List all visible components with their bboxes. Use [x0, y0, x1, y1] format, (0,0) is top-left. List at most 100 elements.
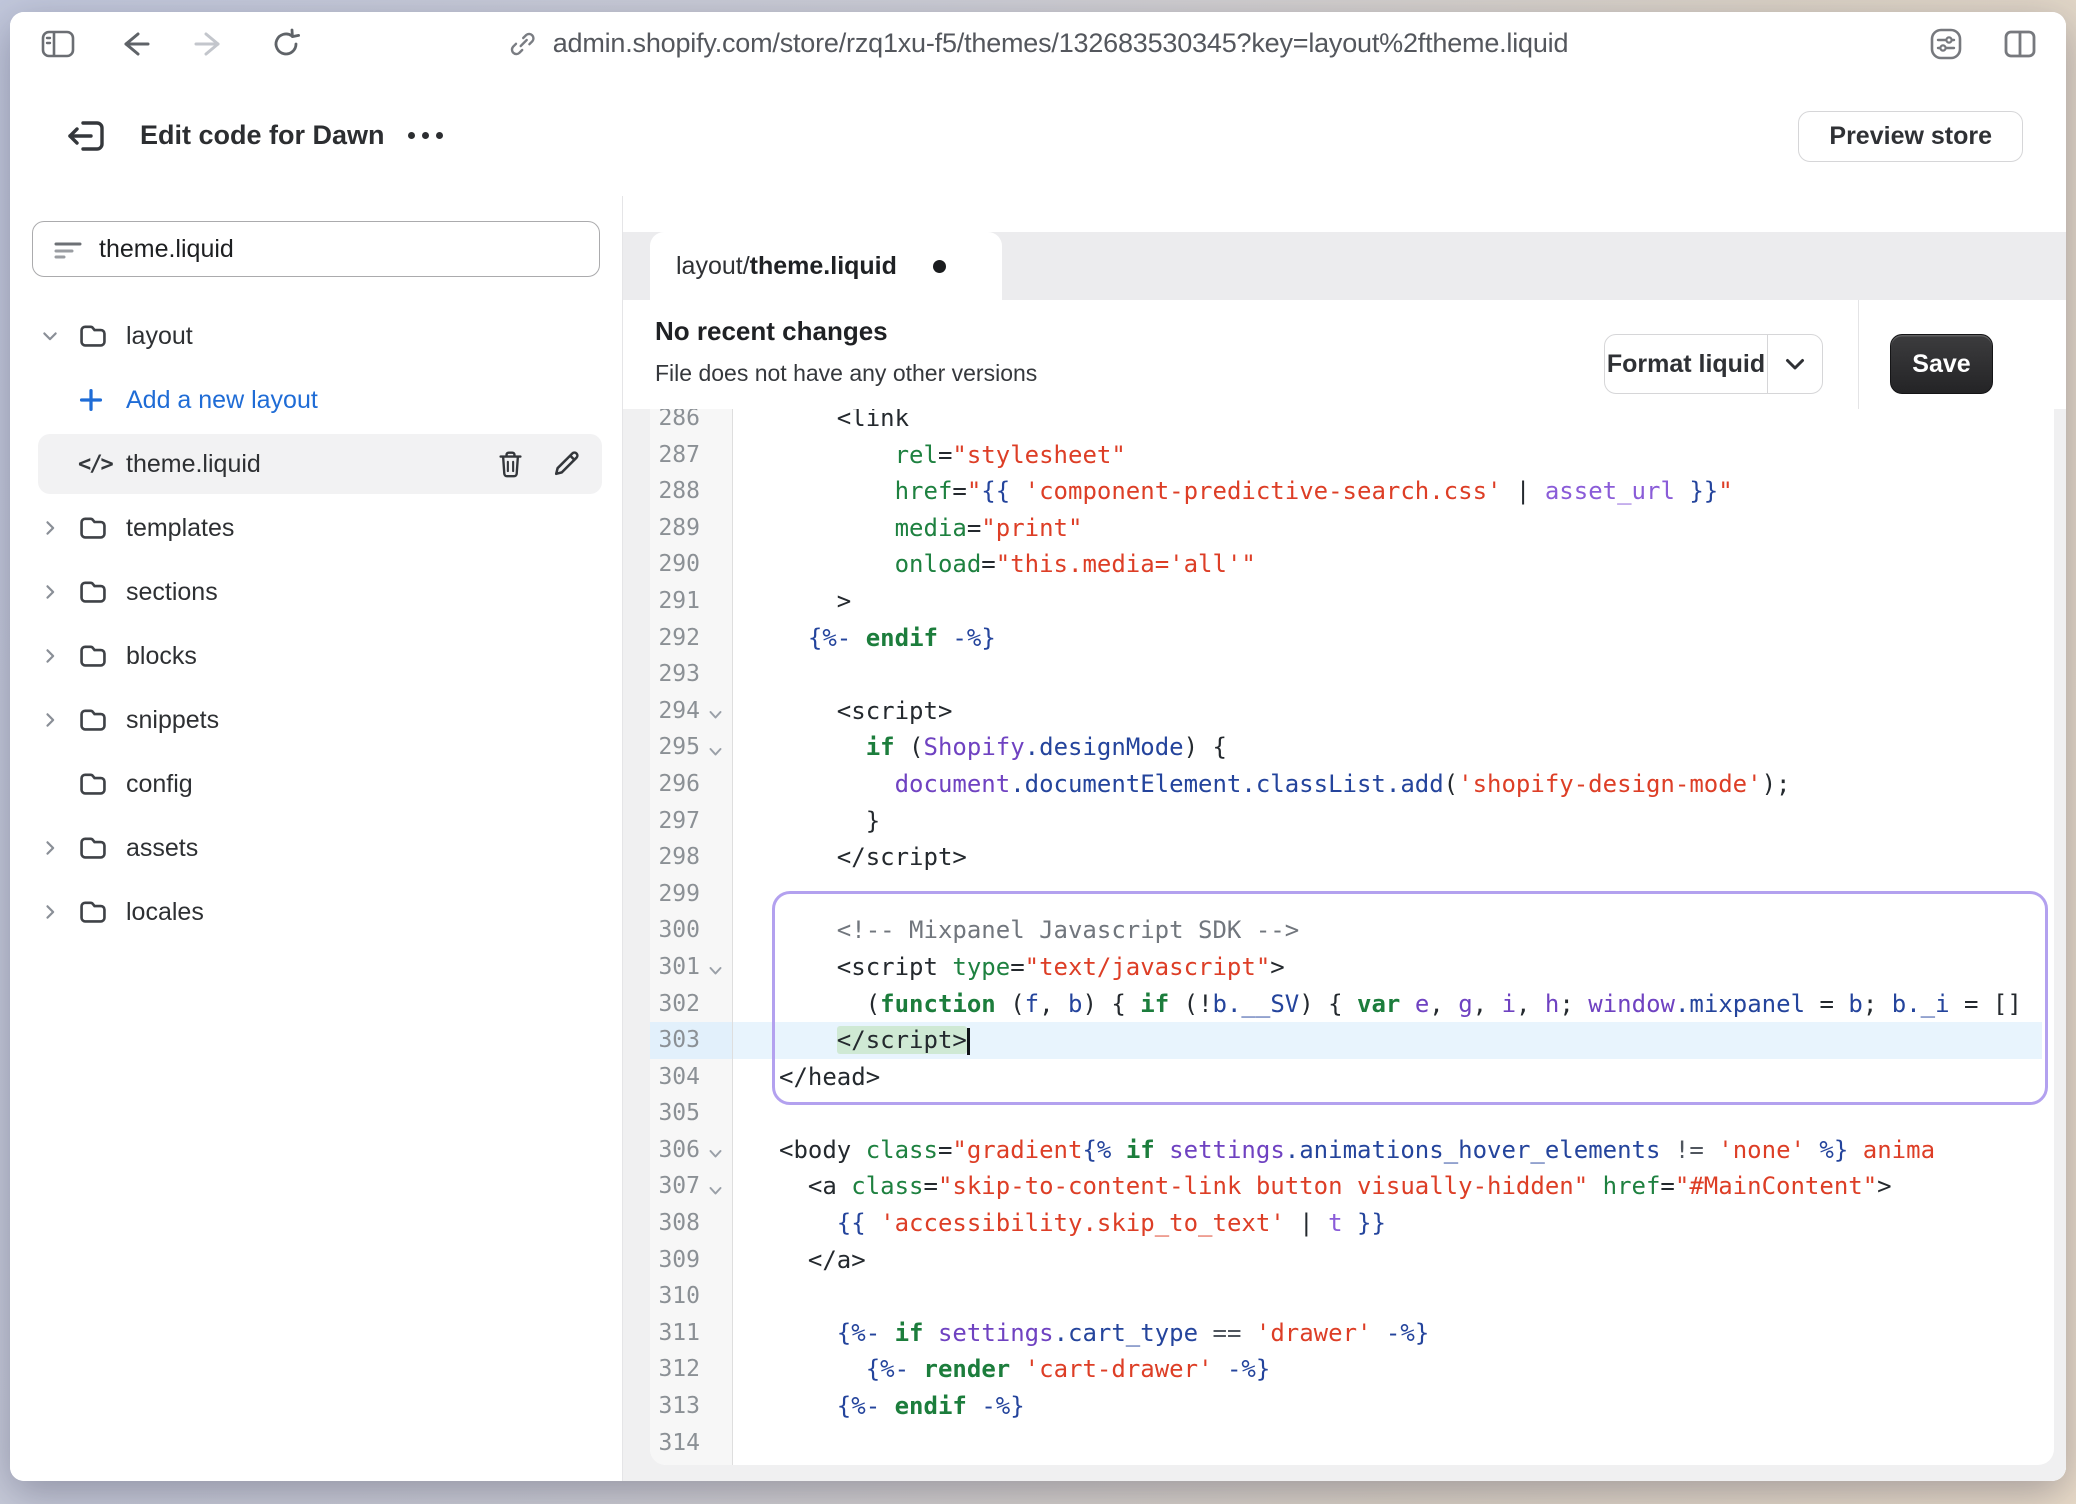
- code-line-298[interactable]: 298 </script>: [650, 839, 2054, 876]
- code-line-307[interactable]: 307 <a class="skip-to-content-link butto…: [650, 1168, 2054, 1205]
- file-tree: layoutAdd a new layout</>theme.liquidtem…: [10, 304, 622, 944]
- url-text: admin.shopify.com/store/rzq1xu-f5/themes…: [553, 28, 1569, 59]
- code-line-300[interactable]: 300 <!-- Mixpanel Javascript SDK -->: [650, 912, 2054, 949]
- save-button[interactable]: Save: [1890, 334, 1993, 394]
- status-subtitle: File does not have any other versions: [655, 360, 1037, 387]
- more-options-icon[interactable]: [408, 75, 443, 196]
- code-line-314[interactable]: 314: [650, 1425, 2054, 1462]
- code-line-292[interactable]: 292 {%- endif -%}: [650, 620, 2054, 657]
- preview-store-button[interactable]: Preview store: [1798, 111, 2023, 162]
- tab-bar: layout/theme.liquid: [623, 232, 2066, 300]
- rename-file-icon[interactable]: [552, 450, 580, 478]
- tab-theme-liquid[interactable]: layout/theme.liquid: [650, 232, 1002, 300]
- address-bar[interactable]: admin.shopify.com/store/rzq1xu-f5/themes…: [508, 12, 1569, 75]
- code-line-306[interactable]: 306<body class="gradient{% if settings.a…: [650, 1132, 2054, 1169]
- code-line-290[interactable]: 290 onload="this.media='all'": [650, 546, 2054, 583]
- code-line-286[interactable]: 286 <link: [650, 409, 2054, 437]
- code-line-297[interactable]: 297 }: [650, 803, 2054, 840]
- code-text: [733, 1425, 779, 1462]
- split-view-icon[interactable]: [2002, 26, 2038, 62]
- format-liquid-label: Format liquid: [1605, 335, 1767, 393]
- code-line-310[interactable]: 310: [650, 1278, 2054, 1315]
- tab-file-label: theme.liquid: [750, 252, 897, 281]
- chevron-down-icon[interactable]: [1767, 335, 1822, 393]
- sidebar-item-config[interactable]: config: [10, 752, 622, 816]
- code-line-287[interactable]: 287 rel="stylesheet": [650, 437, 2054, 474]
- code-line-308[interactable]: 308 {{ 'accessibility.skip_to_text' | t …: [650, 1205, 2054, 1242]
- line-number: 286: [650, 409, 733, 437]
- line-number: 292: [650, 620, 733, 657]
- file-filter-input[interactable]: theme.liquid: [32, 221, 600, 277]
- reload-icon[interactable]: [268, 26, 304, 62]
- sidebar-item-blocks[interactable]: blocks: [10, 624, 622, 688]
- code-text: </script>: [733, 839, 967, 876]
- code-line-296[interactable]: 296 document.documentElement.classList.a…: [650, 766, 2054, 803]
- line-number: 299: [650, 876, 733, 913]
- code-line-313[interactable]: 313 {%- endif -%}: [650, 1388, 2054, 1425]
- fold-chevron-icon[interactable]: [700, 1186, 730, 1196]
- chevron-right-icon[interactable]: [40, 646, 78, 666]
- delete-file-icon[interactable]: [497, 450, 524, 479]
- code-line-305[interactable]: 305: [650, 1095, 2054, 1132]
- line-number: 294: [650, 693, 733, 730]
- code-line-301[interactable]: 301 <script type="text/javascript">: [650, 949, 2054, 986]
- code-line-302[interactable]: 302 (function (f, b) { if (!b.__SV) { va…: [650, 986, 2054, 1023]
- folder-icon: [78, 577, 124, 607]
- file-sidebar: theme.liquid layoutAdd a new layout</>th…: [10, 196, 623, 1481]
- page-settings-icon[interactable]: [1928, 26, 1964, 62]
- fold-chevron-icon[interactable]: [700, 966, 730, 976]
- code-line-288[interactable]: 288 href="{{ 'component-predictive-searc…: [650, 473, 2054, 510]
- chevron-right-icon[interactable]: [40, 902, 78, 922]
- browser-window: admin.shopify.com/store/rzq1xu-f5/themes…: [10, 12, 2066, 1481]
- code-editor[interactable]: 286 <link287 rel="stylesheet"288 href="{…: [650, 409, 2054, 1465]
- line-number: 290: [650, 546, 733, 583]
- code-text: <script>: [733, 693, 952, 730]
- sidebar-item-theme-liquid[interactable]: </>theme.liquid: [10, 432, 622, 496]
- chevron-right-icon[interactable]: [40, 582, 78, 602]
- code-text: >: [733, 583, 851, 620]
- code-text: {%- render 'cart-drawer' -%}: [733, 1351, 1270, 1388]
- code-line-291[interactable]: 291 >: [650, 583, 2054, 620]
- chevron-down-icon[interactable]: [40, 326, 78, 346]
- forward-icon[interactable]: [192, 26, 228, 62]
- code-line-294[interactable]: 294 <script>: [650, 693, 2054, 730]
- exit-editor-icon[interactable]: [62, 111, 112, 161]
- sidebar-item-sections[interactable]: sections: [10, 560, 622, 624]
- sidebar-item-snippets[interactable]: snippets: [10, 688, 622, 752]
- code-text: {{ 'accessibility.skip_to_text' | t }}: [733, 1205, 1386, 1242]
- code-line-311[interactable]: 311 {%- if settings.cart_type == 'drawer…: [650, 1315, 2054, 1352]
- sidebar-item-templates[interactable]: templates: [10, 496, 622, 560]
- chevron-right-icon[interactable]: [40, 838, 78, 858]
- line-number: 315: [650, 1461, 733, 1465]
- folder-icon: [78, 833, 124, 863]
- code-line-299[interactable]: 299: [650, 876, 2054, 913]
- code-text: href="{{ 'component-predictive-search.cs…: [733, 473, 1733, 510]
- sidebar-item-locales[interactable]: locales: [10, 880, 622, 944]
- line-number: 291: [650, 583, 733, 620]
- back-icon[interactable]: [116, 26, 152, 62]
- code-line-293[interactable]: 293: [650, 656, 2054, 693]
- fold-chevron-icon[interactable]: [700, 1149, 730, 1159]
- format-liquid-button[interactable]: Format liquid: [1604, 334, 1823, 394]
- chevron-right-icon[interactable]: [40, 518, 78, 538]
- sidebar-item-assets[interactable]: assets: [10, 816, 622, 880]
- code-line-295[interactable]: 295 if (Shopify.designMode) {: [650, 729, 2054, 766]
- chevron-right-icon[interactable]: [40, 710, 78, 730]
- sidebar-toggle-icon[interactable]: [40, 26, 76, 62]
- code-line-309[interactable]: 309 </a>: [650, 1242, 2054, 1279]
- filter-icon: [53, 236, 83, 262]
- line-number: 295: [650, 729, 733, 766]
- line-number: 293: [650, 656, 733, 693]
- code-line-289[interactable]: 289 media="print": [650, 510, 2054, 547]
- line-number: 302: [650, 986, 733, 1023]
- fold-chevron-icon[interactable]: [700, 747, 730, 757]
- code-line-312[interactable]: 312 {%- render 'cart-drawer' -%}: [650, 1351, 2054, 1388]
- sidebar-item-add-new-layout[interactable]: Add a new layout: [10, 368, 622, 432]
- code-text: <a class="skip-to-content-link button vi…: [733, 1168, 1892, 1205]
- code-line-303[interactable]: 303 </script>: [650, 1022, 2054, 1059]
- fold-chevron-icon[interactable]: [700, 710, 730, 720]
- code-text: rel="stylesheet": [733, 437, 1126, 474]
- code-line-315[interactable]: 315 <script src="{{ 'global.js' | asset_…: [650, 1461, 2054, 1465]
- sidebar-item-layout[interactable]: layout: [10, 304, 622, 368]
- code-line-304[interactable]: 304</head>: [650, 1059, 2054, 1096]
